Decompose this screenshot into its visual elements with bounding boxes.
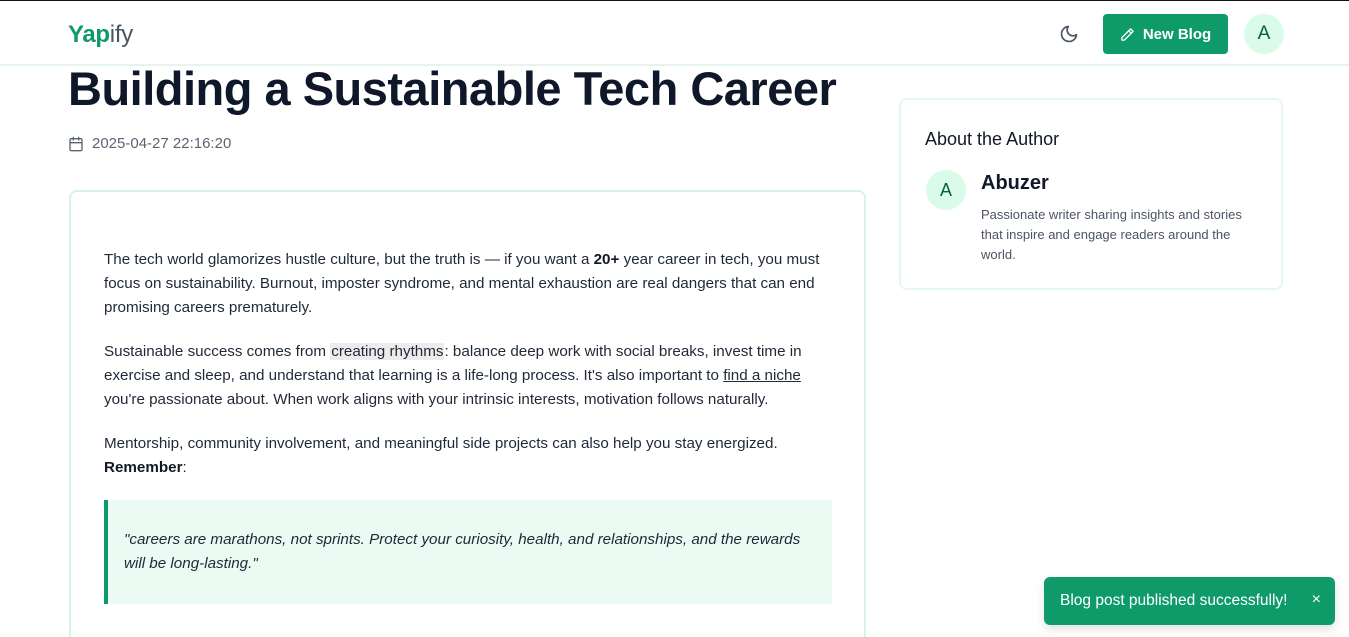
p1-bold: 20+: [593, 251, 620, 268]
paragraph-3: Mentorship, community involvement, and m…: [104, 432, 834, 480]
logo-light: ify: [109, 21, 133, 48]
post-title: Building a Sustainable Tech Career: [68, 62, 837, 115]
post-meta: 2025-04-27 22:16:20: [68, 135, 231, 152]
logo[interactable]: Yapify: [68, 21, 133, 49]
p2-text-c: you're passionate about. When work align…: [104, 391, 769, 408]
p2-text-a: Sustainable success comes from: [104, 343, 331, 360]
post-content-card: The tech world glamorizes hustle culture…: [69, 190, 866, 637]
new-blog-button[interactable]: New Blog: [1103, 14, 1228, 54]
find-a-niche-link[interactable]: find a niche: [723, 367, 801, 384]
toast-close-button[interactable]: ×: [1312, 591, 1321, 609]
p3-text-b: :: [182, 459, 187, 476]
success-toast: Blog post published successfully! ×: [1044, 577, 1335, 625]
author-heading: About the Author: [925, 129, 1060, 149]
top-navbar: Yapify New Blog A: [0, 1, 1349, 66]
p1-text-a: The tech world glamorizes hustle culture…: [104, 251, 594, 268]
logo-strong: Yap: [68, 21, 110, 48]
theme-toggle-button[interactable]: [1056, 21, 1082, 47]
moon-icon: [1060, 25, 1078, 43]
calendar-icon: [69, 136, 83, 151]
author-avatar: A: [926, 170, 966, 210]
author-bio: Passionate writer sharing insights and s…: [981, 207, 1242, 262]
user-avatar[interactable]: A: [1244, 14, 1284, 54]
author-card: About the Author A Abuzer Passionate wri…: [899, 98, 1283, 290]
toast-message: Blog post published successfully!: [1060, 592, 1288, 609]
p3-text-a: Mentorship, community involvement, and m…: [104, 435, 778, 452]
blockquote: "careers are marathons, not sprints. Pro…: [104, 500, 832, 604]
post-date: 2025-04-27 22:16:20: [92, 135, 232, 152]
author-name: Abuzer: [981, 172, 1049, 194]
p3-bold: Remember: [104, 459, 183, 476]
p2-highlight: creating rhythms: [330, 343, 445, 360]
quote-text: "careers are marathons, not sprints. Pro…: [124, 531, 801, 572]
post-body: The tech world glamorizes hustle culture…: [104, 248, 834, 604]
new-blog-label: New Blog: [1142, 25, 1212, 43]
pencil-icon: [1121, 27, 1134, 41]
paragraph-2: Sustainable success comes from creating …: [104, 340, 834, 412]
paragraph-1: The tech world glamorizes hustle culture…: [104, 248, 834, 320]
